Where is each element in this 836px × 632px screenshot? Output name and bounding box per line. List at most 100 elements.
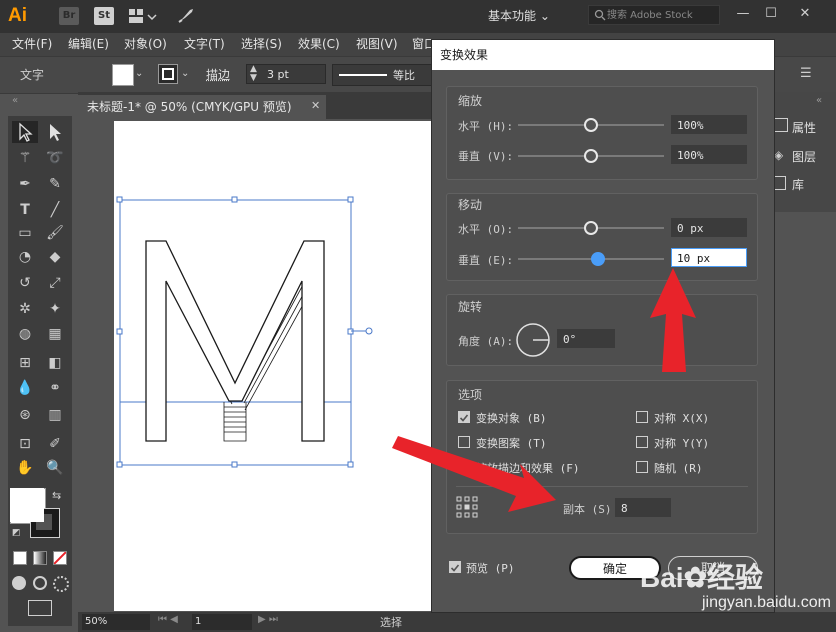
preview-checkbox[interactable]: [449, 561, 461, 573]
draw-inside-icon[interactable]: [53, 576, 69, 592]
close-tab-icon[interactable]: ✕: [311, 99, 320, 112]
minimize-icon[interactable]: —: [732, 4, 754, 24]
blend-tool-icon[interactable]: ⚭: [44, 377, 66, 399]
move-v-slider[interactable]: [591, 252, 605, 266]
panel-properties[interactable]: 属性: [792, 119, 816, 136]
none-mode-icon[interactable]: [53, 551, 67, 565]
rotate-tool-icon[interactable]: ↺: [14, 272, 36, 294]
puppet-warp-tool-icon[interactable]: ✦: [44, 298, 66, 320]
workspace-switcher[interactable]: 基本功能 ⌄: [488, 6, 568, 26]
first-artboard-icon[interactable]: ⏮ ◀: [158, 614, 178, 625]
rotate-title: 旋转: [458, 300, 483, 314]
menu-file[interactable]: 文件(F): [12, 33, 52, 56]
panel-layers[interactable]: 图层: [792, 148, 816, 165]
shaper-tool-icon[interactable]: ◔: [14, 246, 36, 268]
menu-select[interactable]: 选择(S): [241, 33, 282, 56]
move-h-slider[interactable]: [584, 221, 598, 235]
transform-objects-checkbox[interactable]: [458, 411, 470, 423]
scale-h-field[interactable]: 100%: [671, 115, 747, 134]
slice-tool-icon[interactable]: ✐: [44, 433, 66, 455]
collapse-panel-icon[interactable]: «: [12, 95, 18, 106]
perspective-grid-tool-icon[interactable]: ▦: [44, 323, 66, 345]
direct-selection-tool-icon[interactable]: [44, 121, 66, 143]
menu-object[interactable]: 对象(O): [124, 33, 167, 56]
rectangle-tool-icon[interactable]: ▭: [14, 222, 36, 244]
stroke-profile-select[interactable]: 等比: [332, 64, 432, 86]
selection-tool-icon[interactable]: [14, 121, 36, 143]
transform-patterns-checkbox[interactable]: [458, 436, 470, 448]
eraser-tool-icon[interactable]: ◆: [44, 246, 66, 268]
type-tool-icon[interactable]: T: [14, 199, 36, 221]
reflect-x-checkbox[interactable]: [636, 411, 648, 423]
curvature-tool-icon[interactable]: ✎: [44, 173, 66, 195]
panel-libraries[interactable]: 库: [792, 176, 804, 193]
hand-tool-icon[interactable]: ✋: [14, 457, 36, 479]
reflect-y-checkbox[interactable]: [636, 436, 648, 448]
fill-swatch[interactable]: [112, 64, 134, 86]
chevron-down-icon[interactable]: ⌄: [135, 64, 149, 84]
fill-color-front[interactable]: [10, 488, 44, 522]
letter-m-shape: [145, 240, 325, 442]
scale-v-slider[interactable]: [584, 149, 598, 163]
menu-type[interactable]: 文字(T): [184, 33, 225, 56]
menu-edit[interactable]: 编辑(E): [68, 33, 109, 56]
default-colors-icon[interactable]: ◩: [12, 528, 21, 538]
zoom-tool-icon[interactable]: 🔍: [44, 457, 66, 479]
move-h-field[interactable]: 0 px: [671, 218, 747, 237]
angle-dial[interactable]: [515, 322, 551, 358]
draw-behind-icon[interactable]: [33, 576, 47, 590]
document-tab[interactable]: 未标题-1* @ 50% (CMYK/GPU 预览): [78, 95, 326, 119]
symbol-sprayer-tool-icon[interactable]: ⊛: [14, 404, 36, 426]
stock-search-input[interactable]: 搜索 Adobe Stock: [588, 5, 720, 25]
artboard-number-field[interactable]: 1: [192, 614, 252, 630]
move-v-field[interactable]: 10 px: [671, 248, 747, 267]
menu-lines-icon[interactable]: ☰: [800, 66, 812, 81]
random-label: 随机 (R): [654, 462, 703, 475]
menu-view[interactable]: 视图(V): [356, 33, 398, 56]
zoom-field[interactable]: 50%: [82, 614, 150, 630]
stock-badge[interactable]: St: [94, 7, 114, 25]
random-checkbox[interactable]: [636, 461, 648, 473]
expand-panel-icon[interactable]: «: [816, 95, 822, 106]
scale-v-field[interactable]: 100%: [671, 145, 747, 164]
pen-tool-icon[interactable]: ✒: [14, 173, 36, 195]
maximize-icon[interactable]: ☐: [760, 4, 782, 24]
gradient-tool-icon[interactable]: ◧: [44, 352, 66, 374]
arrange-documents-icon[interactable]: [128, 7, 158, 25]
scale-strokes-checkbox[interactable]: [458, 461, 470, 473]
screen-mode-icon[interactable]: [28, 600, 52, 616]
eyedropper-tool-icon[interactable]: 💧: [14, 377, 36, 399]
mesh-tool-icon[interactable]: ⊞: [14, 352, 36, 374]
column-graph-tool-icon[interactable]: ▥: [44, 404, 66, 426]
shape-builder-tool-icon[interactable]: ◍: [14, 323, 36, 345]
close-icon[interactable]: ✕: [794, 4, 816, 24]
line-tool-icon[interactable]: ╱: [44, 199, 66, 221]
angle-field[interactable]: 0°: [557, 329, 615, 348]
magic-wand-tool-icon[interactable]: ⚚: [14, 147, 36, 169]
rocket-icon[interactable]: [176, 7, 196, 25]
menu-effect[interactable]: 效果(C): [298, 33, 340, 56]
paintbrush-tool-icon[interactable]: 🖌: [44, 222, 66, 244]
warp-tool-icon[interactable]: ✲: [14, 298, 36, 320]
watermark-url: jingyan.baidu.com: [702, 594, 831, 611]
bridge-badge[interactable]: Br: [59, 7, 79, 25]
transformed-copies: [145, 270, 325, 442]
artboard-tool-icon[interactable]: ⊡: [14, 433, 36, 455]
scale-h-slider[interactable]: [584, 118, 598, 132]
scale-tool-icon[interactable]: ⤢: [44, 272, 66, 294]
stroke-swatch[interactable]: [158, 64, 178, 84]
watermark-brand: Bai✿经验: [640, 562, 764, 593]
draw-normal-icon[interactable]: [12, 576, 26, 590]
copies-field[interactable]: 8: [615, 498, 671, 517]
stroke-label[interactable]: 描边: [206, 66, 230, 83]
selection-type-label: 文字: [20, 68, 45, 82]
chevron-down-icon[interactable]: ⌄: [181, 64, 195, 84]
swap-colors-icon[interactable]: ⇆: [52, 489, 61, 502]
reference-point-icon[interactable]: [456, 496, 478, 518]
lasso-tool-icon[interactable]: ➰: [44, 147, 66, 169]
gradient-mode-icon[interactable]: [33, 551, 47, 565]
ai-logo: Ai: [8, 5, 27, 26]
stepper-icon[interactable]: ▲ ▼: [250, 65, 262, 83]
color-mode-icon[interactable]: [13, 551, 27, 565]
next-artboard-icon[interactable]: ▶ ⏭: [258, 614, 278, 625]
